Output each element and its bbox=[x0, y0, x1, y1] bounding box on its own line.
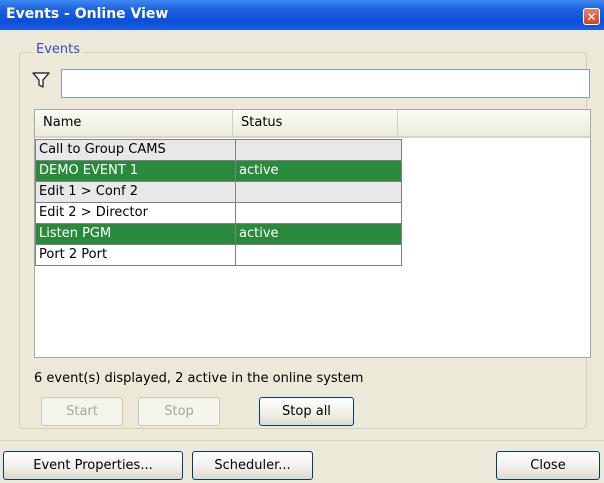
filter-input[interactable] bbox=[61, 69, 590, 98]
table-row[interactable]: DEMO EVENT 1 active bbox=[36, 160, 401, 181]
events-online-view-window: Events - Online View ✕ Events Name Statu… bbox=[0, 0, 604, 483]
row-status-cell bbox=[235, 245, 399, 265]
table-row[interactable]: Listen PGM active bbox=[36, 223, 401, 244]
row-status-cell: active bbox=[235, 161, 399, 181]
row-name-cell: DEMO EVENT 1 bbox=[39, 163, 139, 178]
title-bar[interactable]: Events - Online View ✕ bbox=[0, 0, 604, 30]
row-name-cell: Edit 2 > Director bbox=[39, 205, 148, 220]
row-name-cell: Listen PGM bbox=[39, 226, 112, 241]
close-button[interactable]: Close bbox=[496, 451, 600, 480]
row-name-cell: Port 2 Port bbox=[39, 247, 108, 262]
row-name-cell: Edit 1 > Conf 2 bbox=[39, 184, 138, 199]
events-table[interactable]: Name Status Call to Group CAMS DEMO EVEN… bbox=[34, 109, 591, 358]
filter-icon bbox=[32, 72, 50, 88]
row-status-cell bbox=[235, 203, 399, 223]
stop-button[interactable]: Stop bbox=[138, 397, 220, 426]
footer-divider bbox=[0, 440, 604, 441]
start-button[interactable]: Start bbox=[41, 397, 123, 426]
table-row[interactable]: Call to Group CAMS bbox=[36, 139, 401, 160]
column-header-name[interactable]: Name bbox=[35, 110, 233, 136]
row-name-cell: Call to Group CAMS bbox=[39, 142, 166, 157]
scheduler-button[interactable]: Scheduler... bbox=[192, 451, 313, 480]
stop-all-button[interactable]: Stop all bbox=[259, 397, 354, 426]
row-status-cell bbox=[235, 140, 399, 160]
table-row[interactable]: Edit 1 > Conf 2 bbox=[36, 181, 401, 202]
window-title: Events - Online View bbox=[6, 6, 169, 22]
table-header: Name Status bbox=[35, 110, 590, 138]
events-group-legend: Events bbox=[33, 42, 84, 57]
table-row[interactable]: Port 2 Port bbox=[36, 244, 401, 265]
table-row[interactable]: Edit 2 > Director bbox=[36, 202, 401, 223]
row-status-cell: active bbox=[235, 224, 399, 244]
table-body: Call to Group CAMS DEMO EVENT 1 active E… bbox=[35, 139, 402, 266]
row-status-cell bbox=[235, 182, 399, 202]
column-header-status[interactable]: Status bbox=[233, 110, 398, 136]
window-close-icon[interactable]: ✕ bbox=[583, 8, 600, 25]
events-summary-text: 6 event(s) displayed, 2 active in the on… bbox=[34, 371, 364, 386]
event-properties-button[interactable]: Event Properties... bbox=[3, 451, 183, 480]
